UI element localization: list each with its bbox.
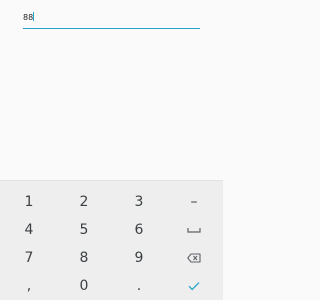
number-input-field[interactable]: 88: [23, 10, 200, 29]
key-2[interactable]: 2: [64, 189, 104, 215]
key-3[interactable]: 3: [119, 189, 159, 215]
key-space[interactable]: [174, 217, 214, 243]
space-icon: [187, 228, 201, 233]
key-1[interactable]: 1: [9, 189, 49, 215]
checkmark-icon: [188, 282, 200, 291]
key-5[interactable]: 5: [64, 217, 104, 243]
key-backspace[interactable]: [174, 245, 214, 271]
key-minus[interactable]: –: [174, 189, 214, 215]
app-content: 88: [0, 0, 223, 180]
key-period[interactable]: .: [119, 273, 159, 299]
key-done[interactable]: [174, 273, 214, 299]
key-8[interactable]: 8: [64, 245, 104, 271]
backspace-icon: [187, 253, 201, 263]
input-value: 88: [23, 13, 34, 22]
key-9[interactable]: 9: [119, 245, 159, 271]
key-7[interactable]: 7: [9, 245, 49, 271]
key-4[interactable]: 4: [9, 217, 49, 243]
key-0[interactable]: 0: [64, 273, 104, 299]
key-comma[interactable]: ,: [9, 273, 49, 299]
key-6[interactable]: 6: [119, 217, 159, 243]
text-cursor: [33, 12, 35, 21]
numeric-keyboard: 1 2 3 – 4 5 6 7 8 9 , 0 .: [0, 180, 223, 300]
